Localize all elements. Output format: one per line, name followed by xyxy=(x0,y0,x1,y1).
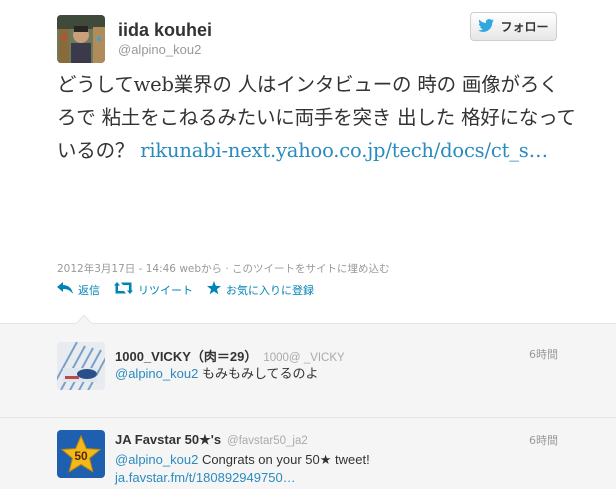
tweet-meta[interactable]: 2012年3月17日 - 14:46 webから · このツイートをサイトに埋め… xyxy=(57,261,390,276)
screen-name[interactable]: @alpino_kou2 xyxy=(118,42,201,57)
follow-label: フォロー xyxy=(500,20,549,34)
tweet-main: iida kouhei @alpino_kou2 フォロー どうしてweb業界の… xyxy=(0,0,616,323)
retweet-label: リツイート xyxy=(138,283,193,297)
reply-timestamp[interactable]: 6時間 xyxy=(529,346,558,362)
reply-arrow-icon xyxy=(57,282,73,297)
reply-body: もみもみしてるのよ xyxy=(198,366,319,381)
favstar-badge-text: 50 xyxy=(74,449,88,463)
tweet-text: どうしてweb業界の 人はインタビューの 時の 画像がろくろで 粘土をこねるみた… xyxy=(57,68,577,167)
reply-timestamp[interactable]: 6時間 xyxy=(529,432,558,448)
reply-name: 1000_VICKY（肉＝29） xyxy=(115,349,258,364)
reply-display-name[interactable]: JA Favstar 50★'s @favstar50_ja2 xyxy=(115,432,308,448)
tweet-actions: 返信 リツイート お気に入りに登録 xyxy=(57,281,314,298)
reply-label: 返信 xyxy=(78,283,100,297)
retweet-action[interactable]: リツイート xyxy=(114,281,193,298)
reply-mention[interactable]: @alpino_kou2 xyxy=(115,366,198,381)
reply-action[interactable]: 返信 xyxy=(57,281,100,298)
reply-screen-name: @favstar50_ja2 xyxy=(227,435,308,447)
replies-caret xyxy=(76,315,92,324)
reply-item[interactable]: 1000_VICKY（肉＝29） 1000@ _VICKY 6時間 @alpino… xyxy=(0,338,616,418)
retweet-icon xyxy=(114,282,133,297)
reply-item[interactable]: 50 JA Favstar 50★'s @favstar50_ja2 6時間 @a… xyxy=(0,418,616,489)
reply-avatar[interactable]: 50 xyxy=(57,430,105,478)
replies-section: 1000_VICKY（肉＝29） 1000@ _VICKY 6時間 @alpino… xyxy=(0,323,616,489)
favorite-action[interactable]: お気に入りに登録 xyxy=(207,281,314,298)
favorite-label: お気に入りに登録 xyxy=(226,283,314,297)
reply-avatar[interactable] xyxy=(57,342,105,390)
reply-name: JA Favstar 50★'s xyxy=(115,432,222,447)
reply-screen-name: 1000@ _VICKY xyxy=(263,352,345,364)
star-icon xyxy=(207,281,221,298)
reply-display-name[interactable]: 1000_VICKY（肉＝29） 1000@ _VICKY xyxy=(115,346,345,365)
reply-text: @alpino_kou2 Congrats on your 50★ tweet!… xyxy=(115,451,370,487)
display-name[interactable]: iida kouhei xyxy=(118,20,212,41)
reply-text: @alpino_kou2 もみもみしてるのよ xyxy=(115,365,319,383)
twitter-bird-icon xyxy=(478,18,495,35)
tweet-link[interactable]: rikunabi-next.yahoo.co.jp/tech/docs/ct_s… xyxy=(140,139,548,162)
follow-button[interactable]: フォロー xyxy=(470,12,557,41)
user-avatar[interactable] xyxy=(57,15,105,63)
reply-link[interactable]: ja.favstar.fm/t/180892949750… xyxy=(115,469,370,487)
reply-body: Congrats on your 50★ tweet! xyxy=(198,452,370,467)
reply-mention[interactable]: @alpino_kou2 xyxy=(115,452,198,467)
